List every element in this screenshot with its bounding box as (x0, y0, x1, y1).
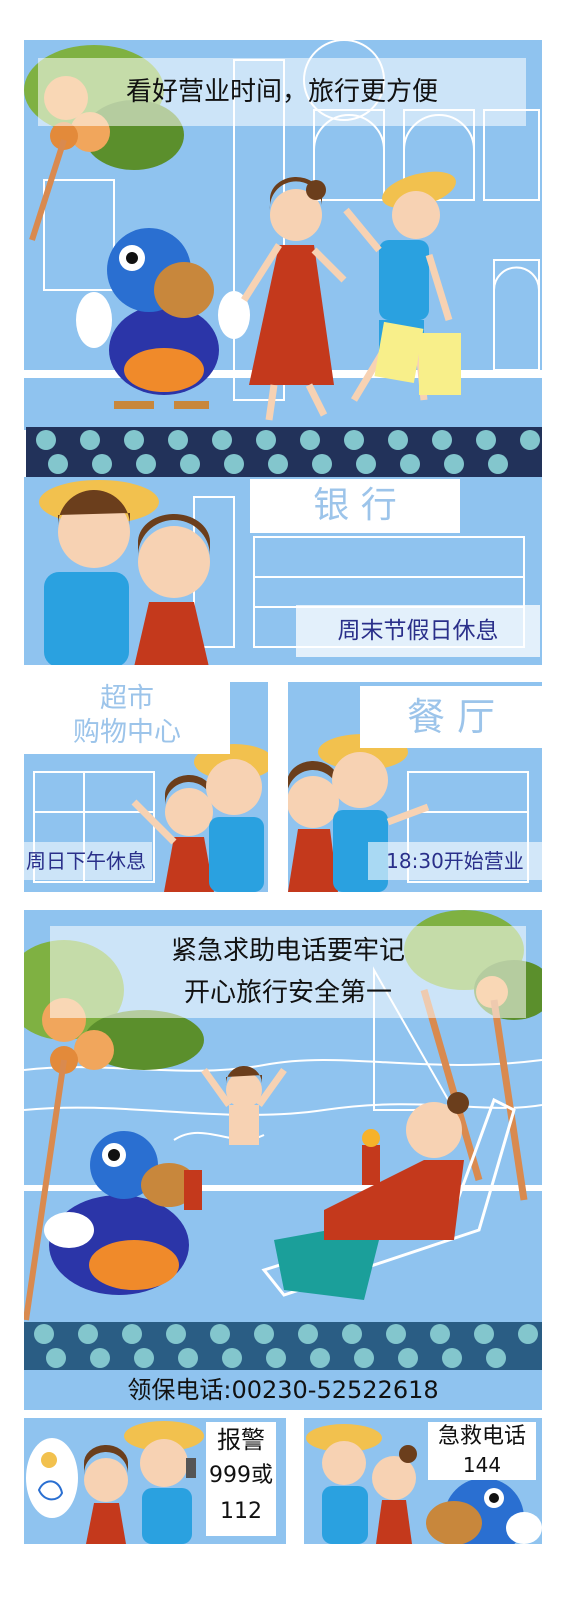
emergency-caption: 紧急求助电话要牢记 开心旅行安全第一 (50, 926, 526, 1018)
panel-supermarket: 超市 购物中心 周日下午休息 (24, 682, 268, 892)
restaurant-hours-note: 18:30开始营业 (368, 842, 542, 880)
siren-icon (41, 1452, 57, 1468)
swimming-boy (201, 1065, 287, 1145)
ambulance-number: 144 (462, 1453, 502, 1477)
man-hawaiian-shirt (306, 1424, 382, 1544)
panel-restaurant: 餐 厅 18:30开始营业 (288, 682, 542, 892)
police-number-secondary: 112 (220, 1499, 262, 1524)
panel-police: 报警 999或 112 (24, 1418, 286, 1544)
bird-mascot (44, 1131, 202, 1295)
panel-opening-hours: 看好营业时间，旅行更方便 (24, 40, 542, 430)
ambulance-label: 急救电话 (437, 1424, 526, 1449)
woman-red-dress (241, 176, 347, 421)
woman-red-dress (288, 761, 339, 892)
phone-icon (186, 1458, 196, 1478)
supermarket-sign: 超市 购物中心 (24, 682, 230, 754)
woman-red-dress (134, 513, 210, 665)
consular-protection-bar: 领保电话:00230-52522618 (24, 1370, 542, 1410)
shopping-bag (419, 333, 461, 395)
man-hawaiian-shirt (124, 1421, 204, 1544)
bank-sign: 银 行 (250, 479, 460, 533)
panel-ambulance: 急救电话 144 (304, 1418, 542, 1544)
supermarket-sign-line1: 超市 (100, 683, 154, 714)
woman-red-dress (83, 1444, 128, 1544)
bird-mascot (426, 1478, 542, 1544)
emergency-caption-line1: 紧急求助电话要牢记 (170, 936, 405, 966)
bank-hours-note: 周末节假日休息 (296, 605, 540, 657)
police-number-primary: 999或 (209, 1463, 273, 1488)
ambulance-number-card: 急救电话 144 (428, 1422, 536, 1480)
supermarket-hours-note: 周日下午休息 (24, 842, 152, 880)
woman-red-dress (372, 1445, 417, 1544)
speech-bubble (26, 1438, 78, 1518)
supermarket-sign-line2: 购物中心 (73, 717, 181, 748)
consular-protection-phone: 领保电话:00230-52522618 (127, 1376, 439, 1404)
restaurant-sign: 餐 厅 (360, 686, 542, 748)
polka-dot-band (24, 1322, 542, 1370)
police-label: 报警 (217, 1426, 265, 1454)
emergency-caption-line2: 开心旅行安全第一 (183, 978, 392, 1008)
panel-bank: 银 行 周末节假日休息 (24, 477, 542, 665)
woman-lounge-chair (261, 1092, 516, 1300)
opening-hours-caption: 看好营业时间，旅行更方便 (38, 58, 526, 126)
polka-dot-band (26, 427, 542, 477)
bird-mascot (76, 228, 250, 409)
police-number-card: 报警 999或 112 (206, 1422, 276, 1536)
panel-emergency-beach: 紧急求助电话要牢记 开心旅行安全第一 (24, 910, 542, 1325)
